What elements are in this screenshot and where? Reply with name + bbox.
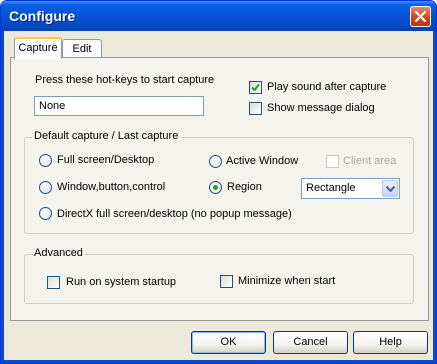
advanced-title: Advanced <box>32 247 85 259</box>
tab-capture[interactable]: Capture <box>14 37 62 59</box>
close-button[interactable] <box>410 6 431 27</box>
radio-window-control[interactable] <box>39 181 52 194</box>
tab-edit-label: Edit <box>72 43 92 55</box>
hotkey-input[interactable]: None <box>34 96 204 116</box>
region-label: Region <box>227 181 262 193</box>
show-message-checkbox[interactable] <box>249 102 262 115</box>
cancel-button-label: Cancel <box>293 336 328 348</box>
radio-full-screen[interactable] <box>39 154 52 167</box>
radio-region[interactable] <box>209 181 222 194</box>
region-shape-select[interactable]: Rectangle <box>301 178 400 199</box>
tab-edit[interactable]: Edit <box>62 39 102 59</box>
play-sound-label: Play sound after capture <box>267 81 387 93</box>
directx-label: DirectX full screen/desktop (no popup me… <box>57 208 292 220</box>
default-capture-title: Default capture / Last capture <box>32 130 181 142</box>
full-screen-label: Full screen/Desktop <box>57 154 155 166</box>
hotkey-label: Press these hot-keys to start capture <box>35 74 215 86</box>
active-window-label: Active Window <box>226 155 299 167</box>
window-control-label: Window,button,control <box>57 181 166 193</box>
ok-button[interactable]: OK <box>191 331 266 354</box>
help-button[interactable]: Help <box>353 331 428 354</box>
play-sound-checkbox[interactable] <box>249 81 262 94</box>
show-message-label: Show message dialog <box>267 102 375 114</box>
minimize-when-start-checkbox[interactable] <box>220 275 233 288</box>
window-frame-right <box>433 31 436 363</box>
tab-capture-label: Capture <box>18 42 58 54</box>
window-title: Configure <box>9 8 76 24</box>
client-area-label: Client area <box>343 155 397 167</box>
region-shape-value: Rectangle <box>306 182 356 194</box>
dropdown-button[interactable] <box>382 180 398 197</box>
window-frame-bottom <box>1 360 436 363</box>
checkmark-icon <box>251 83 260 92</box>
title-bar[interactable]: Configure <box>1 1 436 31</box>
radio-selected-dot <box>213 185 218 190</box>
cancel-button[interactable]: Cancel <box>273 331 348 354</box>
hotkey-input-value: None <box>39 100 66 112</box>
configure-dialog: Configure Capture Edit Press these hot-k… <box>0 0 437 364</box>
run-on-startup-checkbox[interactable] <box>47 276 60 289</box>
radio-active-window[interactable] <box>209 155 222 168</box>
minimize-when-start-label: Minimize when start <box>238 275 336 287</box>
help-button-label: Help <box>379 336 402 348</box>
run-on-startup-label: Run on system startup <box>66 276 177 288</box>
chevron-down-icon <box>386 186 395 192</box>
close-icon <box>415 11 426 22</box>
window-frame-left <box>1 31 4 363</box>
client-area-checkbox[interactable] <box>326 155 339 168</box>
radio-directx[interactable] <box>39 207 52 220</box>
ok-button-label: OK <box>220 336 237 348</box>
